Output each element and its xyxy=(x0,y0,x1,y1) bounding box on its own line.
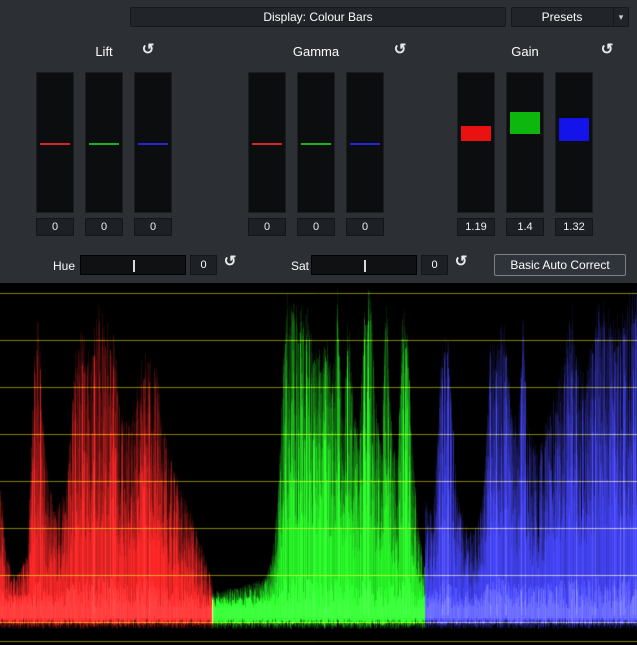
lift-green-value[interactable]: 0 xyxy=(85,218,123,236)
sat-reset-icon[interactable]: ↺ xyxy=(452,253,470,271)
gain-blue-handle[interactable] xyxy=(559,118,589,141)
lift-blue-value[interactable]: 0 xyxy=(134,218,172,236)
chevron-down-icon[interactable]: ▾ xyxy=(613,8,628,26)
hue-label: Hue xyxy=(40,259,75,273)
lift-red-handle[interactable] xyxy=(40,143,70,145)
hue-slider-handle[interactable] xyxy=(133,260,135,272)
gain-red-slider[interactable] xyxy=(457,72,495,213)
gamma-green-handle[interactable] xyxy=(301,143,331,145)
basic-auto-correct-label: Basic Auto Correct xyxy=(510,258,609,272)
gamma-red-value[interactable]: 0 xyxy=(248,218,286,236)
lift-red-value[interactable]: 0 xyxy=(36,218,74,236)
lift-blue-handle[interactable] xyxy=(138,143,168,145)
gamma-slider-group: 0 0 0 xyxy=(248,72,384,238)
presets-button[interactable]: Presets ▾ xyxy=(511,7,629,27)
sat-slider-handle[interactable] xyxy=(364,260,366,272)
gain-reset-icon[interactable]: ↺ xyxy=(598,41,616,59)
lift-blue-slider[interactable] xyxy=(134,72,172,213)
gamma-section-label: Gamma xyxy=(248,44,384,59)
hue-reset-icon[interactable]: ↺ xyxy=(221,253,239,271)
gamma-blue-handle[interactable] xyxy=(350,143,380,145)
lift-red-slider[interactable] xyxy=(36,72,74,213)
gain-blue-slider[interactable] xyxy=(555,72,593,213)
gain-blue-value[interactable]: 1.32 xyxy=(555,218,593,236)
basic-auto-correct-button[interactable]: Basic Auto Correct xyxy=(494,254,626,276)
display-mode-button[interactable]: Display: Colour Bars xyxy=(130,7,506,27)
gamma-blue-slider[interactable] xyxy=(346,72,384,213)
gain-green-slider[interactable] xyxy=(506,72,544,213)
gain-section-label: Gain xyxy=(457,44,593,59)
scope-canvas xyxy=(0,283,637,645)
hue-value[interactable]: 0 xyxy=(190,255,217,275)
lift-reset-icon[interactable]: ↺ xyxy=(139,41,157,59)
presets-label: Presets xyxy=(542,10,583,24)
sat-value[interactable]: 0 xyxy=(421,255,448,275)
gamma-red-handle[interactable] xyxy=(252,143,282,145)
sat-slider[interactable] xyxy=(311,255,417,275)
lift-green-slider[interactable] xyxy=(85,72,123,213)
gamma-red-slider[interactable] xyxy=(248,72,286,213)
gain-green-value[interactable]: 1.4 xyxy=(506,218,544,236)
sat-label: Sat xyxy=(274,259,309,273)
display-mode-label: Display: Colour Bars xyxy=(263,10,372,24)
gamma-blue-value[interactable]: 0 xyxy=(346,218,384,236)
colour-correction-panel: { "theme": { "bg": "#2c3035", "text": "#… xyxy=(0,0,637,645)
lift-slider-group: 0 0 0 xyxy=(36,72,172,238)
gain-slider-group: 1.19 1.4 1.32 xyxy=(457,72,593,238)
gain-green-handle[interactable] xyxy=(510,112,540,134)
gamma-green-slider[interactable] xyxy=(297,72,335,213)
lift-green-handle[interactable] xyxy=(89,143,119,145)
gamma-reset-icon[interactable]: ↺ xyxy=(391,41,409,59)
gamma-green-value[interactable]: 0 xyxy=(297,218,335,236)
gain-red-value[interactable]: 1.19 xyxy=(457,218,495,236)
gain-red-handle[interactable] xyxy=(461,126,491,141)
hue-slider[interactable] xyxy=(80,255,186,275)
